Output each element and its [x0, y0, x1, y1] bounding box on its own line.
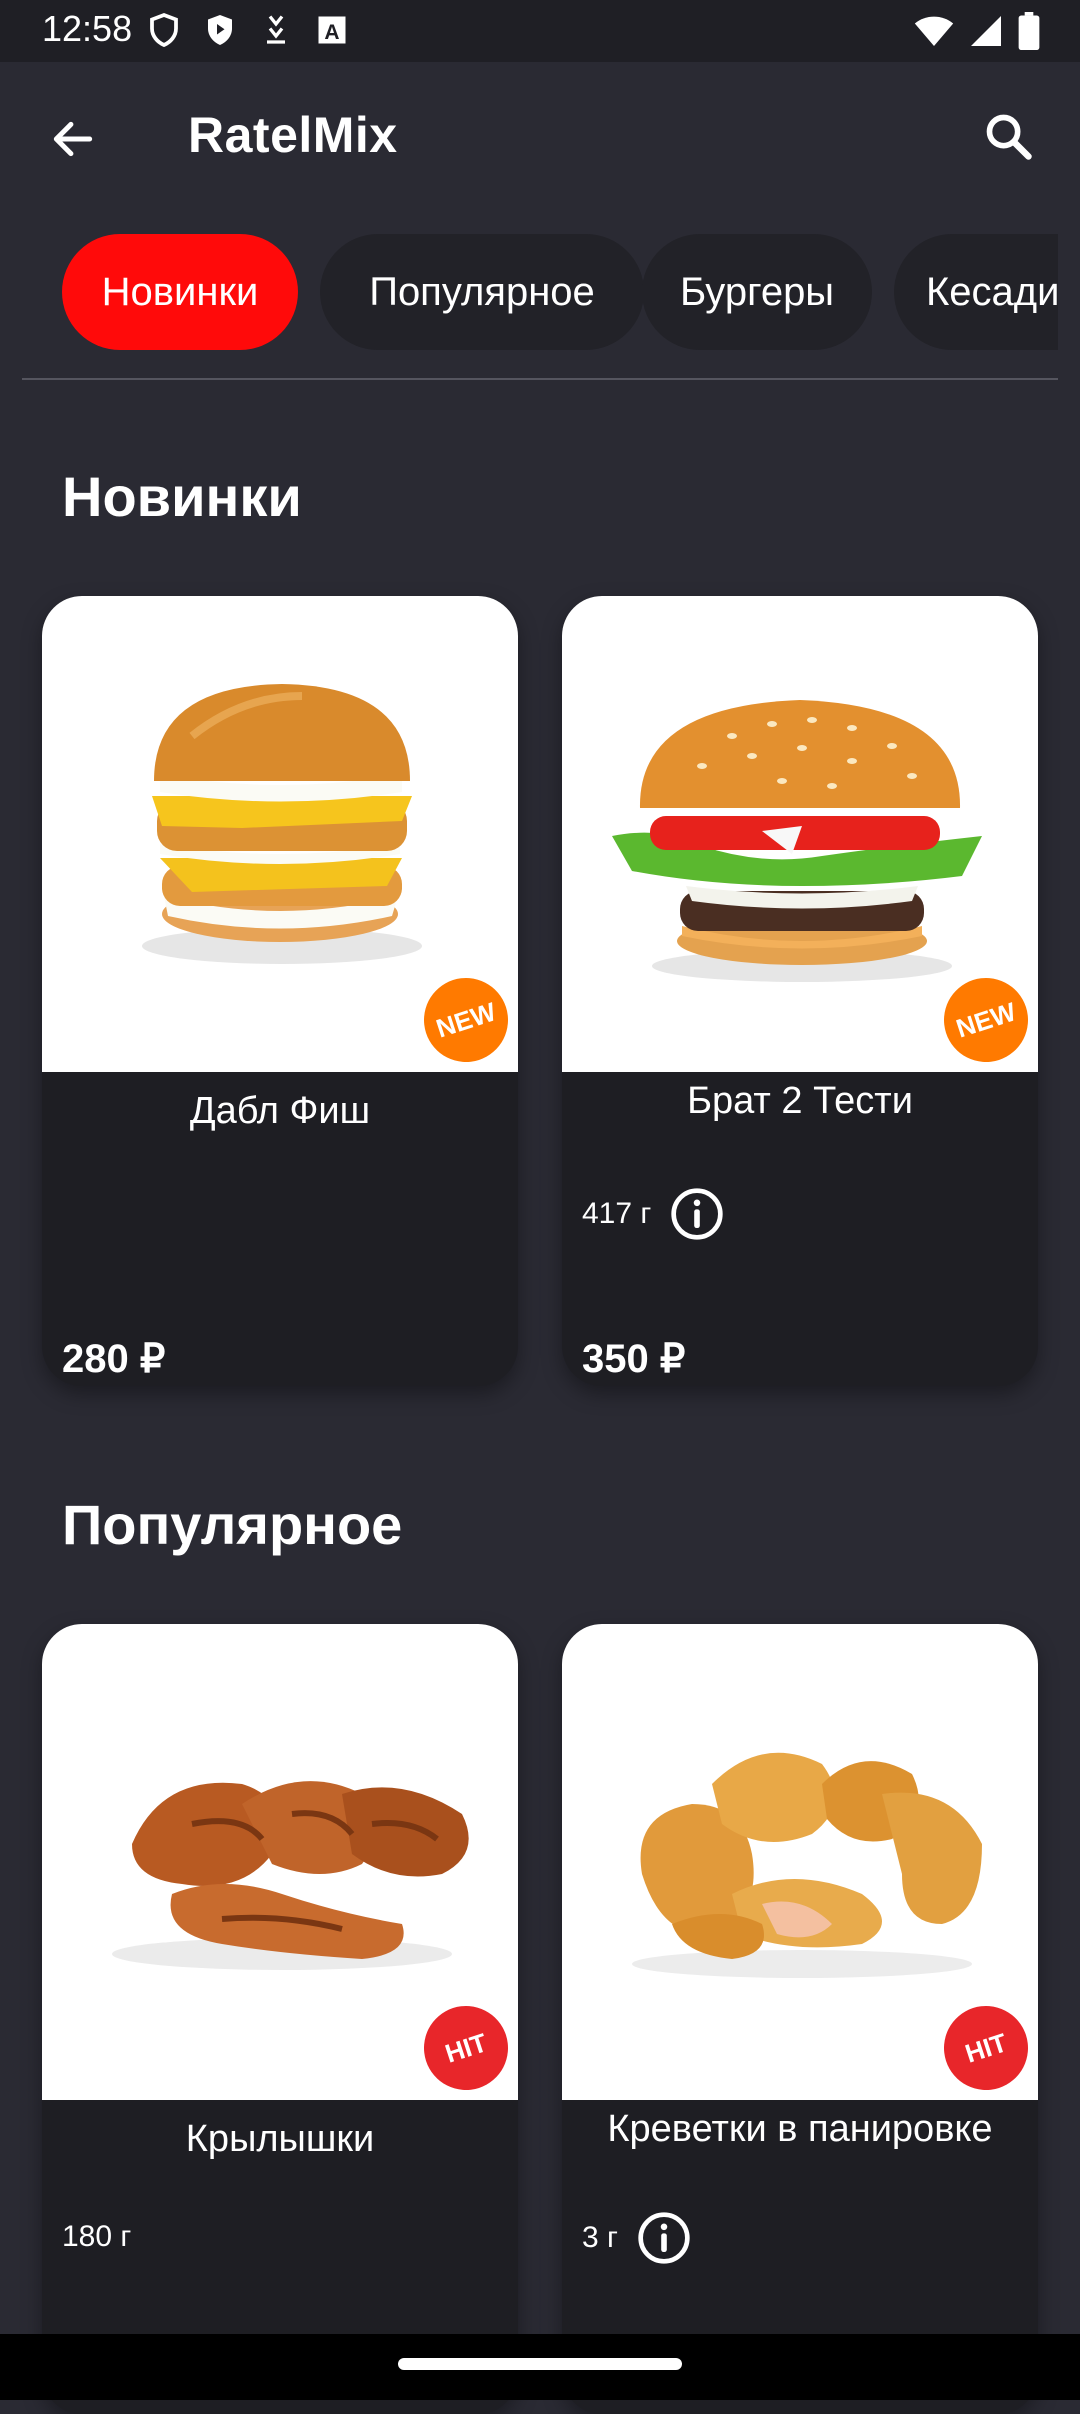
section-title-populyarnoe: Популярное — [62, 1493, 403, 1556]
product-name: Брат 2 Тести — [687, 1080, 913, 1122]
product-weight-row: 417 г — [582, 1186, 725, 1242]
search-icon — [986, 114, 1032, 160]
svg-text:A: A — [324, 21, 339, 44]
search-button[interactable] — [974, 102, 1044, 172]
product-name: Крылышки — [185, 2118, 375, 2160]
product-weight-row: 3 г — [582, 2210, 692, 2266]
status-time: 12:58 — [42, 8, 133, 49]
app-bar: RatelMix — [0, 62, 1080, 212]
product-card-dabl-fish[interactable]: NEW Дабл Фиш 280 ₽ — [42, 596, 518, 1386]
product-weight: 180 г — [62, 2220, 132, 2253]
status-notification-icons: A — [146, 12, 350, 48]
status-system-icons — [914, 12, 1040, 50]
signal-icon — [971, 16, 1001, 46]
product-card-brat-2-testi[interactable]: NEW Брат 2 Тести 417 г 350 ₽ — [562, 596, 1038, 1386]
app-title: RatelMix — [188, 107, 398, 163]
home-gesture-handle[interactable] — [398, 2358, 682, 2370]
product-weight: 3 г — [582, 2221, 618, 2254]
product-weight: 417 г — [582, 1197, 652, 1230]
tab-novinki[interactable]: Новинки — [62, 234, 298, 350]
arrow-back-icon — [53, 121, 93, 157]
section-title-novinki: Новинки — [62, 465, 302, 528]
status-bar: 12:58 A — [0, 0, 1080, 62]
tab-burgery[interactable]: Бургеры — [642, 234, 872, 350]
navigation-bar — [0, 2334, 1080, 2400]
info-icon[interactable] — [669, 1186, 725, 1242]
product-price: 350 ₽ — [582, 1337, 686, 1381]
play-shield-icon — [208, 15, 232, 45]
transfer-icon — [267, 15, 285, 44]
product-card-krevetki[interactable]: HIT Креветки в панировке 3 г — [562, 1624, 1038, 2414]
tabs-divider — [22, 378, 1058, 380]
back-button[interactable] — [40, 106, 106, 172]
product-card-krylyshki[interactable]: HIT Крылышки 180 г — [42, 1624, 518, 2414]
product-weight-row: 180 г — [62, 2220, 131, 2254]
battery-icon — [1018, 12, 1040, 50]
product-price: 280 ₽ — [62, 1337, 166, 1381]
tab-kesadilyi[interactable]: Кесадильи — [894, 234, 1058, 350]
info-icon[interactable] — [636, 2210, 692, 2266]
category-tabs: Новинки Популярное Бургеры Кесадильи — [22, 234, 1058, 354]
tab-populyarnoe[interactable]: Популярное — [320, 234, 644, 350]
product-name: Дабл Фиш — [189, 1090, 371, 1132]
font-a-icon: A — [318, 16, 346, 44]
product-name: Креветки в панировке — [607, 2108, 993, 2150]
shield-icon — [150, 12, 178, 48]
wifi-icon — [914, 16, 954, 46]
